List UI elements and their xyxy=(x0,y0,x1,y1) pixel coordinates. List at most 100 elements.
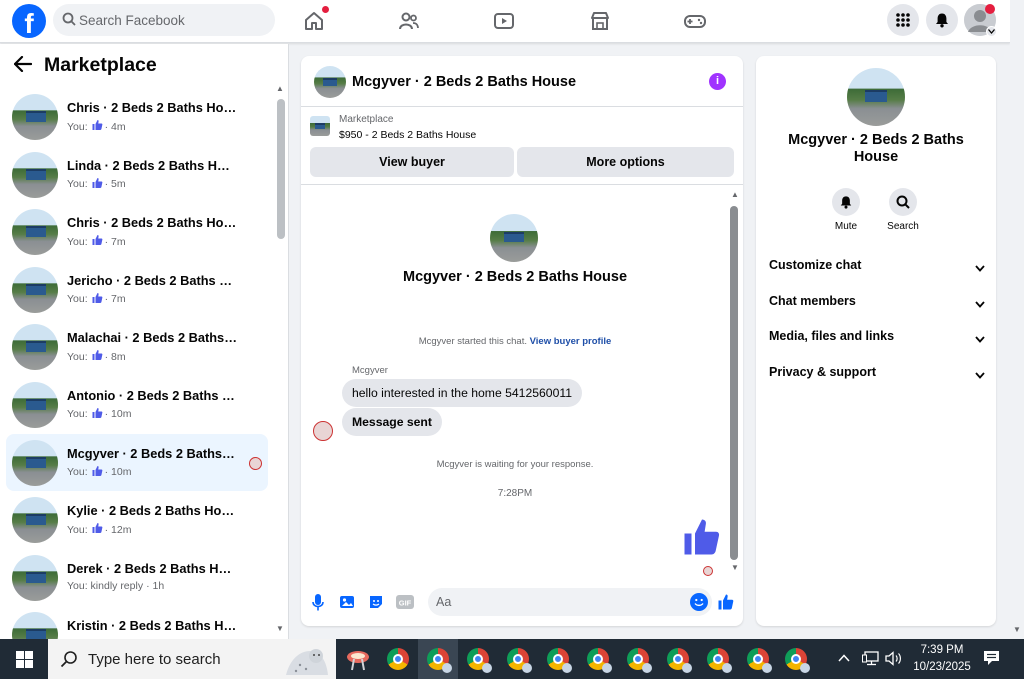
microphone-icon[interactable] xyxy=(309,593,327,611)
chrome-taskbar-icon[interactable] xyxy=(658,639,698,679)
like-send-icon[interactable] xyxy=(717,593,735,611)
conversation-avatar xyxy=(12,381,58,428)
details-section[interactable]: Customize chat xyxy=(769,258,985,278)
conversation-preview: You: kindly reply · 1h xyxy=(67,580,164,592)
chat-title[interactable]: Mcgyver · 2 Beds 2 Baths House xyxy=(352,74,576,90)
page-scrollbar[interactable]: ▼ xyxy=(1010,0,1024,639)
info-icon[interactable]: i xyxy=(709,73,726,90)
system-clock[interactable]: 7:39 PM 10/23/2025 xyxy=(908,642,976,676)
conversation-item[interactable]: Kristin · 2 Beds 2 Baths HouseYou: xyxy=(6,606,268,639)
page-scroll-down-icon[interactable]: ▼ xyxy=(1013,625,1021,634)
taskbar-search-box[interactable] xyxy=(48,639,336,679)
bell-icon[interactable] xyxy=(832,188,860,216)
emoji-icon[interactable] xyxy=(690,593,708,611)
facebook-logo[interactable]: f xyxy=(12,4,46,38)
conversation-name: Derek · 2 Beds 2 Baths House xyxy=(67,560,237,576)
conversation-time: · 7m xyxy=(104,235,126,248)
details-section[interactable]: Privacy & support xyxy=(769,365,985,385)
details-section-label: Customize chat xyxy=(769,258,862,272)
chrome-taskbar-icon[interactable] xyxy=(618,639,658,679)
preview-text: You: xyxy=(67,350,88,363)
home-icon[interactable] xyxy=(301,6,329,34)
message-bubble[interactable]: Message sent xyxy=(342,408,442,436)
clock-date: 10/23/2025 xyxy=(913,661,971,673)
scroll-up-arrow-icon[interactable]: ▲ xyxy=(276,84,284,93)
friends-icon[interactable] xyxy=(396,8,422,34)
message-input[interactable] xyxy=(436,588,676,616)
chrome-taskbar-icon[interactable] xyxy=(578,639,618,679)
conversation-item[interactable]: Chris · 2 Beds 2 Baths House You: · 7m xyxy=(6,203,268,261)
account-chevron-down-icon[interactable] xyxy=(986,26,997,37)
view-buyer-profile-link[interactable]: View buyer profile xyxy=(530,336,612,347)
chat-window: Mcgyver · 2 Beds 2 Baths House i Marketp… xyxy=(301,56,743,626)
chrome-taskbar-icon[interactable] xyxy=(698,639,738,679)
sticker-icon[interactable] xyxy=(367,593,385,611)
chrome-taskbar-icon[interactable] xyxy=(776,639,816,679)
back-arrow-icon[interactable] xyxy=(13,55,33,75)
chrome-taskbar-icon[interactable] xyxy=(458,639,498,679)
message-composer: GIF xyxy=(301,583,743,623)
video-icon[interactable] xyxy=(491,8,517,34)
conversation-item[interactable]: Malachai · 2 Beds 2 Baths House You: · 8m xyxy=(6,318,268,376)
chat-header: Mcgyver · 2 Beds 2 Baths House i xyxy=(301,56,743,107)
seen-avatar xyxy=(249,456,262,470)
action-center-icon[interactable] xyxy=(983,650,1000,669)
conversation-name: Jericho · 2 Beds 2 Baths House xyxy=(67,272,237,288)
show-hidden-icons-chevron-icon[interactable] xyxy=(838,650,850,665)
mute-button[interactable]: Mute xyxy=(816,188,876,232)
gif-icon[interactable]: GIF xyxy=(396,593,414,611)
chat-intro-name: Mcgyver · 2 Beds 2 Baths House xyxy=(402,269,628,285)
chevron-down-icon[interactable] xyxy=(975,368,985,382)
view-buyer-button[interactable]: View buyer xyxy=(310,147,514,177)
sent-like-icon[interactable] xyxy=(681,516,723,561)
chrome-taskbar-icon[interactable] xyxy=(378,639,418,679)
chrome-taskbar-icon[interactable] xyxy=(538,639,578,679)
conversation-item[interactable]: Derek · 2 Beds 2 Baths House You: kindly … xyxy=(6,549,268,607)
listing-thumbnail[interactable] xyxy=(310,116,330,136)
chevron-down-icon[interactable] xyxy=(975,297,985,311)
chat-scrollbar[interactable] xyxy=(730,206,738,560)
conversation-name: Chris · 2 Beds 2 Baths House xyxy=(67,100,237,115)
scroll-down-arrow-icon[interactable]: ▼ xyxy=(276,624,284,633)
more-options-button[interactable]: More options xyxy=(517,147,734,177)
conversation-preview: You: · 7m xyxy=(67,292,126,307)
details-avatar[interactable] xyxy=(847,68,905,126)
conversation-list-scrollbar[interactable] xyxy=(277,99,285,239)
chevron-down-icon[interactable] xyxy=(975,332,985,346)
search-input[interactable] xyxy=(79,4,269,36)
chrome-taskbar-icon[interactable] xyxy=(418,639,458,679)
search-box[interactable] xyxy=(53,4,275,36)
scroll-up-arrow-icon[interactable]: ▲ xyxy=(731,190,739,199)
menu-grid-icon[interactable] xyxy=(887,4,919,36)
network-icon[interactable] xyxy=(862,651,880,669)
taskbar-app-icon[interactable] xyxy=(338,639,378,679)
notifications-bell-icon[interactable] xyxy=(926,4,958,36)
windows-taskbar: 7:39 PM 10/23/2025 xyxy=(0,639,1024,679)
gaming-icon[interactable] xyxy=(682,8,708,34)
volume-icon[interactable] xyxy=(885,651,903,669)
details-section[interactable]: Media, files and links xyxy=(769,329,985,349)
chrome-taskbar-icon[interactable] xyxy=(498,639,538,679)
message-input-container[interactable] xyxy=(428,588,712,616)
windows-start-icon[interactable] xyxy=(0,639,48,679)
details-section[interactable]: Chat members xyxy=(769,294,985,314)
chat-avatar[interactable] xyxy=(314,66,346,98)
conversation-item[interactable]: Kylie · 2 Beds 2 Baths House You: · 12m xyxy=(6,491,268,549)
chevron-down-icon[interactable] xyxy=(975,261,985,275)
photo-icon[interactable] xyxy=(338,593,356,611)
conversation-item[interactable]: Linda · 2 Beds 2 Baths House You: · 5m xyxy=(6,146,268,204)
search-chat-button[interactable]: Search xyxy=(873,188,933,232)
chrome-taskbar-icon[interactable] xyxy=(738,639,778,679)
conversation-item[interactable]: Mcgyver · 2 Beds 2 Baths Ho... You: · 10m xyxy=(6,433,268,492)
like-icon xyxy=(91,119,104,134)
search-icon[interactable] xyxy=(889,188,917,216)
marketplace-icon[interactable] xyxy=(587,8,613,34)
conversation-item[interactable]: Antonio · 2 Beds 2 Baths House You: · 10m xyxy=(6,376,268,434)
conversation-item[interactable]: Jericho · 2 Beds 2 Baths House You: · 7m xyxy=(6,261,268,319)
conversation-item[interactable]: Chris · 2 Beds 2 Baths House You: · 4m xyxy=(6,88,268,146)
conversation-time: · 7m xyxy=(104,293,126,306)
scroll-down-arrow-icon[interactable]: ▼ xyxy=(731,563,739,572)
taskbar-search-input[interactable] xyxy=(88,639,268,679)
message-bubble[interactable]: hello interested in the home 5412560011 xyxy=(342,379,582,407)
listing-price[interactable]: $950 - 2 Beds 2 Baths House xyxy=(339,129,476,141)
